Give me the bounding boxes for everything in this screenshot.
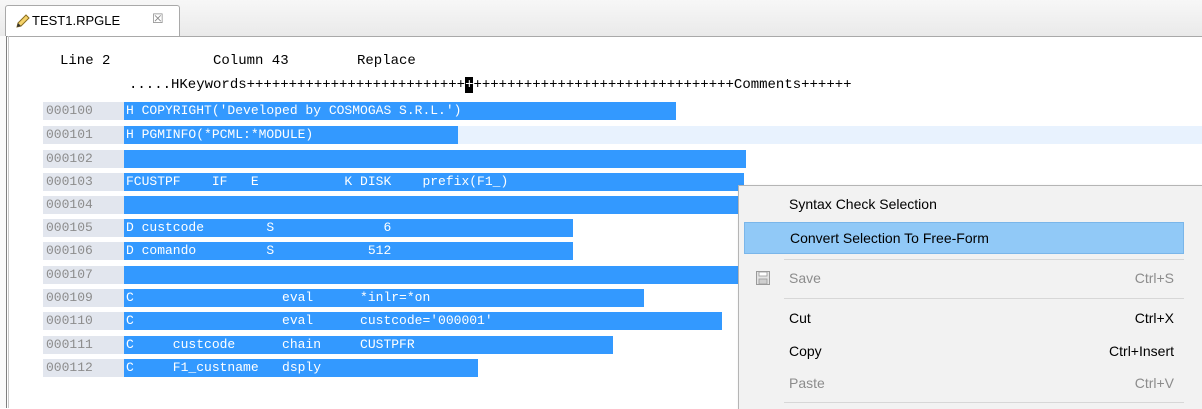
close-icon[interactable]: ☒ xyxy=(152,11,164,27)
tab-test1-rpgle[interactable]: TEST1.RPGLE ☒ xyxy=(5,5,180,36)
menu-separator xyxy=(784,402,1184,403)
menu-item-paste[interactable]: Paste Ctrl+V xyxy=(744,367,1184,399)
code-text[interactable]: C eval custcode='000001' xyxy=(124,312,722,330)
code-text[interactable]: C F1_custname dsply xyxy=(124,359,478,377)
menu-item-cut[interactable]: Cut Ctrl+X xyxy=(744,302,1184,334)
menu-item-label: Cut xyxy=(789,310,811,326)
line-number: 000101 xyxy=(46,127,93,142)
line-number: 000106 xyxy=(46,243,93,258)
menu-item-syntax-check[interactable]: Syntax Check Selection xyxy=(744,188,1184,220)
menu-item-label: Save xyxy=(789,270,821,286)
menu-item-label: Copy xyxy=(789,343,822,359)
pencil-icon xyxy=(16,14,30,28)
line-number: 000110 xyxy=(46,313,93,328)
status-line-number: Line 2 xyxy=(60,53,111,69)
code-text[interactable]: H COPYRIGHT('Developed by COSMOGAS S.R.L… xyxy=(124,102,676,120)
menu-item-shortcut: Ctrl+X xyxy=(1134,310,1174,326)
line-number: 000104 xyxy=(46,197,93,212)
line-number: 000103 xyxy=(46,174,93,189)
code-text[interactable]: H PGMINFO(*PCML:*MODULE) xyxy=(124,126,458,144)
line-number: 000109 xyxy=(46,290,93,305)
menu-item-label: Syntax Check Selection xyxy=(789,196,937,212)
editor-window: TEST1.RPGLE ☒ Line 2 Column 43 Replace .… xyxy=(0,0,1202,409)
ruler-after: +++++++++++++++++++++++++++++++Comments+… xyxy=(473,77,852,93)
code-text[interactable] xyxy=(124,150,746,168)
menu-item-convert-free-form[interactable]: Convert Selection To Free-Form xyxy=(744,222,1184,254)
tab-title: TEST1.RPGLE xyxy=(32,13,121,28)
context-menu: Syntax Check Selection Convert Selection… xyxy=(738,185,1202,409)
save-icon xyxy=(756,271,770,285)
menu-item-label: Convert Selection To Free-Form xyxy=(790,230,989,246)
line-number: 000100 xyxy=(46,103,93,118)
ruler-before: .....HKeywords++++++++++++++++++++++++++ xyxy=(129,77,466,93)
code-line[interactable]: 000100 H COPYRIGHT('Developed by COSMOGA… xyxy=(0,102,1202,121)
code-line-current[interactable]: 000101 H PGMINFO(*PCML:*MODULE) xyxy=(0,126,1202,145)
editor-tab-strip: TEST1.RPGLE ☒ xyxy=(0,0,1202,37)
line-number: 000105 xyxy=(46,220,93,235)
line-number: 000112 xyxy=(46,360,93,375)
code-text[interactable]: D comando S 512 xyxy=(124,242,573,260)
line-number: 000107 xyxy=(46,267,93,282)
code-text[interactable]: FCUSTPF IF E K DISK prefix(F1_) xyxy=(124,173,744,191)
column-ruler: .....HKeywords++++++++++++++++++++++++++… xyxy=(129,77,852,93)
menu-item-copy[interactable]: Copy Ctrl+Insert xyxy=(744,335,1184,367)
code-text[interactable]: C eval *inlr=*on xyxy=(124,289,644,307)
menu-separator xyxy=(784,298,1184,299)
code-text[interactable]: D custcode S 6 xyxy=(124,219,573,237)
code-line[interactable]: 000102 xyxy=(0,150,1202,169)
line-number: 000102 xyxy=(46,151,93,166)
code-text[interactable] xyxy=(124,266,746,284)
menu-item-shortcut: Ctrl+V xyxy=(1134,375,1174,391)
code-text[interactable] xyxy=(124,196,746,214)
code-text[interactable]: C custcode chain CUSTPFR xyxy=(124,336,613,354)
menu-item-label: Paste xyxy=(789,375,825,391)
line-number: 000111 xyxy=(46,337,93,352)
menu-separator xyxy=(784,259,1184,260)
menu-item-shortcut: Ctrl+Insert xyxy=(1109,343,1174,359)
status-edit-mode: Replace xyxy=(357,53,416,69)
status-column-number: Column 43 xyxy=(213,53,289,69)
menu-item-save[interactable]: Save Ctrl+S xyxy=(744,262,1184,294)
menu-item-shortcut: Ctrl+S xyxy=(1134,270,1174,286)
